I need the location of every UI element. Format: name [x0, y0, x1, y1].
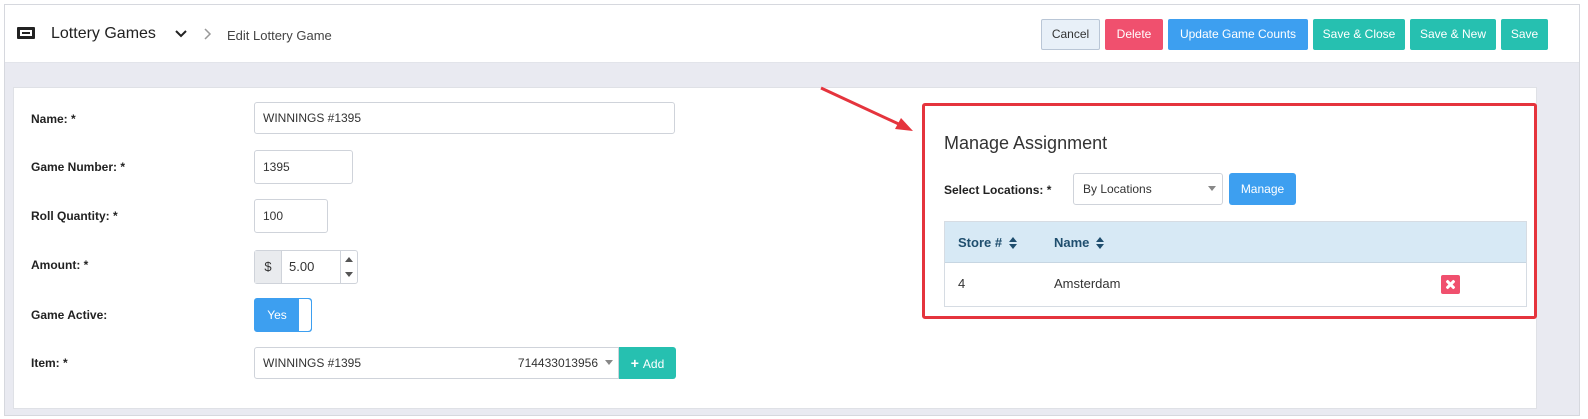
remove-location-icon[interactable]	[1441, 275, 1460, 294]
save-new-button[interactable]: Save & New	[1410, 19, 1496, 50]
select-locations-label: Select Locations: *	[944, 183, 1052, 197]
game-number-input[interactable]: 1395	[254, 150, 353, 184]
amount-stepper[interactable]	[340, 251, 357, 283]
chevron-right-icon	[204, 28, 212, 40]
manage-assignment-panel: Manage Assignment Select Locations: * By…	[922, 103, 1537, 319]
store-number-cell: 4	[958, 276, 966, 291]
update-game-counts-button[interactable]: Update Game Counts	[1168, 19, 1308, 50]
toggle-knob[interactable]	[299, 299, 311, 331]
page-header: Lottery Games Edit Lottery Game Cancel D…	[5, 5, 1579, 63]
store-name-cell: Amsterdam	[1054, 276, 1121, 291]
amount-field[interactable]: $ 5.00	[254, 250, 358, 284]
delete-button[interactable]: Delete	[1105, 19, 1163, 50]
column-name[interactable]: Name	[1054, 222, 1105, 263]
caret-down-icon[interactable]	[605, 360, 613, 365]
plus-icon: +	[630, 355, 639, 371]
caret-down-icon[interactable]	[345, 272, 353, 277]
sort-icon[interactable]	[1009, 236, 1018, 249]
game-active-label: Game Active:	[31, 308, 108, 322]
toggle-label: Yes	[267, 308, 287, 322]
chevron-down-icon[interactable]	[175, 29, 187, 39]
roll-quantity-label: Roll Quantity: *	[31, 209, 118, 223]
add-item-button[interactable]: + Add	[619, 347, 676, 379]
game-active-toggle[interactable]: Yes	[254, 298, 312, 332]
name-label: Name: *	[31, 112, 76, 126]
assignment-title: Manage Assignment	[944, 133, 1108, 153]
column-store[interactable]: Store #	[958, 222, 1018, 263]
app-frame: Lottery Games Edit Lottery Game Cancel D…	[4, 4, 1580, 416]
table-header: Store # Name	[945, 222, 1526, 263]
caret-down-icon[interactable]	[1208, 186, 1216, 191]
name-input[interactable]: WINNINGS #1395	[254, 102, 675, 134]
locations-select[interactable]: By Locations	[1073, 173, 1223, 205]
save-close-button[interactable]: Save & Close	[1313, 19, 1405, 50]
breadcrumb: Edit Lottery Game	[227, 28, 332, 43]
game-number-label: Game Number: *	[31, 160, 126, 174]
locations-table: Store # Name 4 Amsterdam	[944, 221, 1527, 307]
save-button[interactable]: Save	[1501, 19, 1548, 50]
item-code: 714433013956	[517, 356, 598, 370]
annotation-arrow-icon	[820, 86, 913, 131]
amount-value[interactable]: 5.00	[289, 251, 314, 283]
item-name: WINNINGS #1395	[263, 356, 362, 370]
locations-select-value: By Locations	[1083, 182, 1152, 196]
roll-quantity-input[interactable]: 100	[254, 199, 328, 233]
page-title: Lottery Games	[51, 25, 156, 42]
sort-icon[interactable]	[1096, 236, 1105, 249]
caret-up-icon[interactable]	[345, 257, 353, 262]
cancel-button[interactable]: Cancel	[1041, 19, 1100, 50]
table-row: 4 Amsterdam	[945, 263, 1526, 305]
add-label: Add	[642, 357, 665, 371]
ticket-icon	[17, 27, 35, 39]
item-label: Item: *	[31, 356, 68, 370]
amount-label: Amount: *	[31, 258, 89, 272]
item-select[interactable]: WINNINGS #1395 714433013956	[254, 347, 619, 379]
currency-addon: $	[255, 251, 282, 283]
manage-button[interactable]: Manage	[1229, 173, 1296, 205]
